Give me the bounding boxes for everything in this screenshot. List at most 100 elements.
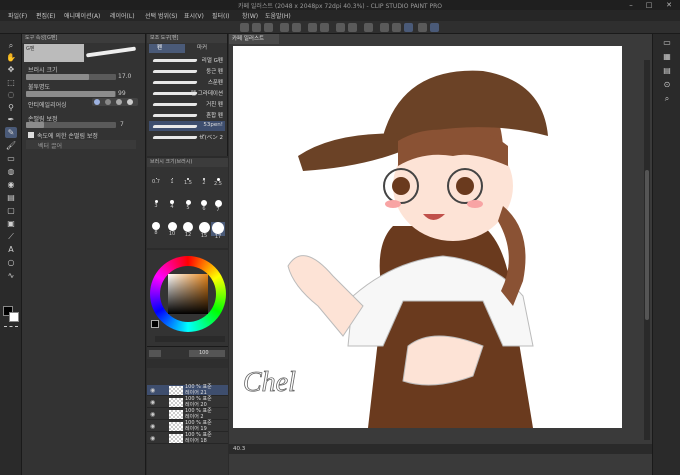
brush-size-preset[interactable]: 10 <box>165 222 179 237</box>
blend-icon[interactable]: ◍ <box>5 166 17 177</box>
zoom-value[interactable]: 40.3 <box>233 446 245 452</box>
brush-size-preset[interactable]: 7 <box>211 200 225 214</box>
eyedropper-icon[interactable]: ⚲ <box>5 102 17 113</box>
layer-opacity-field[interactable]: 100 <box>189 350 225 357</box>
speed-stabilization-checkbox[interactable] <box>28 132 34 138</box>
brush-size-tab[interactable]: 브러시 크기(브러시) <box>147 158 228 167</box>
brush-size-slider[interactable] <box>26 74 116 80</box>
save-icon[interactable] <box>264 23 273 32</box>
pen-icon[interactable]: ✒ <box>5 114 17 125</box>
vector-option-row[interactable]: 벡터 끌어 <box>26 140 136 150</box>
antialias-selector[interactable] <box>92 98 138 106</box>
subtool-tab[interactable]: 보조 도구[펜] <box>147 34 227 43</box>
brush-size-preset[interactable]: 0.7 <box>149 178 163 192</box>
brush-size-preset-selected[interactable]: 17 <box>211 222 225 240</box>
stabilization-slider[interactable] <box>26 122 116 128</box>
menu-animation[interactable]: 애니메이션(A) <box>64 11 100 20</box>
tool-property-tab[interactable]: 도구 속성[G펜] <box>22 34 145 43</box>
zoom-icon[interactable]: ⌕ <box>5 40 17 51</box>
snap-grid-icon[interactable] <box>392 23 401 32</box>
frame-icon[interactable]: ▣ <box>5 218 17 229</box>
brush-size-value[interactable]: 17.0 <box>118 73 131 80</box>
document-tab[interactable]: 카페 일러스트 <box>229 34 279 44</box>
brush-size-preset[interactable]: 8 <box>149 222 163 236</box>
open-icon[interactable] <box>252 23 261 32</box>
brush-size-preset[interactable]: 2 <box>197 178 211 192</box>
figure-icon[interactable]: ▢ <box>5 205 17 216</box>
layer-row[interactable]: ◉ 100 % 표준 레이어 21 <box>147 384 228 396</box>
subtool-item[interactable]: 거친 펜 <box>149 99 225 109</box>
redo-icon[interactable] <box>292 23 301 32</box>
lasso-icon[interactable]: ◌ <box>5 89 17 100</box>
drawing-canvas[interactable]: Chel <box>233 46 622 428</box>
snap-special-ruler-icon[interactable] <box>404 23 413 32</box>
brush-size-preset[interactable]: 3 <box>149 200 163 214</box>
subtool-item[interactable]: 스푼펜 <box>149 77 225 87</box>
ruler-icon[interactable]: ⟋ <box>5 231 17 242</box>
brush-size-preset[interactable]: 12 <box>181 222 195 238</box>
brush-size-preset[interactable]: 4 <box>165 200 179 214</box>
undo-icon[interactable] <box>280 23 289 32</box>
balloon-icon[interactable]: ○ <box>5 257 17 268</box>
minimize-button[interactable]: – <box>624 0 638 10</box>
material-icon[interactable]: ⊙ <box>662 80 672 89</box>
menu-selection[interactable]: 선택 범위(S) <box>145 11 177 20</box>
navigator-icon[interactable]: ▭ <box>662 38 672 47</box>
invert-selection-icon[interactable] <box>364 23 373 32</box>
reference-icon[interactable] <box>418 23 427 32</box>
sub-view-icon[interactable]: ▦ <box>662 52 672 61</box>
correction-icon[interactable]: ∿ <box>5 270 17 281</box>
brush-size-preset[interactable]: 6 <box>197 200 211 214</box>
clear-icon[interactable] <box>308 23 317 32</box>
layer-property-icon[interactable]: ▤ <box>662 66 672 75</box>
menu-filter[interactable]: 필터(I) <box>212 11 230 20</box>
pencil-icon[interactable]: ✎ <box>5 127 17 138</box>
subtool-item[interactable]: 리얼 G펜 <box>149 55 225 65</box>
move-icon[interactable]: ✥ <box>5 64 17 75</box>
subtool-item[interactable]: 둥근 펜 <box>149 66 225 76</box>
opacity-slider[interactable] <box>26 91 116 97</box>
new-file-icon[interactable] <box>240 23 249 32</box>
select-icon[interactable]: ⬚ <box>5 77 17 88</box>
sub-color-swatch[interactable] <box>9 312 19 322</box>
fill-icon[interactable]: ◉ <box>5 179 17 190</box>
subtool-item[interactable]: 펜 그라데이션 <box>149 88 225 98</box>
menu-file[interactable]: 파일(F) <box>8 11 27 20</box>
brush-size-preset[interactable]: 15 <box>197 222 211 239</box>
saturation-value-square[interactable] <box>168 274 208 314</box>
blend-mode-select[interactable] <box>149 350 161 357</box>
eraser-icon[interactable]: ▭ <box>5 153 17 164</box>
search-icon[interactable]: ⌕ <box>662 94 672 103</box>
brush-size-preset[interactable]: 5 <box>181 200 195 214</box>
brush-icon[interactable]: 🖌 <box>5 140 17 151</box>
snap-ruler-icon[interactable] <box>380 23 389 32</box>
menu-help[interactable]: 도움말(H) <box>265 11 291 20</box>
brush-size-preset[interactable]: 1 <box>165 178 179 192</box>
menu-edit[interactable]: 편집(E) <box>36 11 56 20</box>
main-color-indicator[interactable] <box>151 320 159 328</box>
subtool-item[interactable]: ぜ(ベン 2 <box>149 132 225 142</box>
subtool-group-marker[interactable]: 마커 <box>187 44 223 53</box>
maximize-button[interactable]: □ <box>642 0 656 10</box>
layer-row[interactable]: ◉ 100 % 표준 레이어 18 <box>147 432 228 444</box>
brush-size-preset[interactable]: 1.5 <box>181 178 195 192</box>
menu-layer[interactable]: 레이어(L) <box>110 11 135 20</box>
stabilization-value[interactable]: 7 <box>120 121 124 128</box>
brush-size-preset[interactable]: 2.5 <box>211 178 225 192</box>
subtool-item-selected[interactable]: 53pen! <box>149 121 225 131</box>
scrollbar-thumb[interactable] <box>645 170 649 320</box>
menu-view[interactable]: 표시(V) <box>184 11 204 20</box>
transparent-color-icon[interactable] <box>4 326 18 330</box>
layer-row[interactable]: ◉ 100 % 표준 레이어 2 <box>147 408 228 420</box>
layer-row[interactable]: ◉ 100 % 표준 레이어 19 <box>147 420 228 432</box>
ruler-show-icon[interactable] <box>430 23 439 32</box>
close-button[interactable]: ✕ <box>662 0 676 10</box>
subtool-group-pen[interactable]: 펜 <box>149 44 185 53</box>
transform-icon[interactable] <box>320 23 329 32</box>
menu-window[interactable]: 창(W) <box>242 11 258 20</box>
fill-selection-icon[interactable] <box>336 23 345 32</box>
opacity-value[interactable]: 99 <box>118 90 126 97</box>
hand-icon[interactable]: ✋ <box>5 52 17 63</box>
layer-row[interactable]: ◉ 100 % 표준 레이어 20 <box>147 396 228 408</box>
gradient-icon[interactable]: ▤ <box>5 192 17 203</box>
